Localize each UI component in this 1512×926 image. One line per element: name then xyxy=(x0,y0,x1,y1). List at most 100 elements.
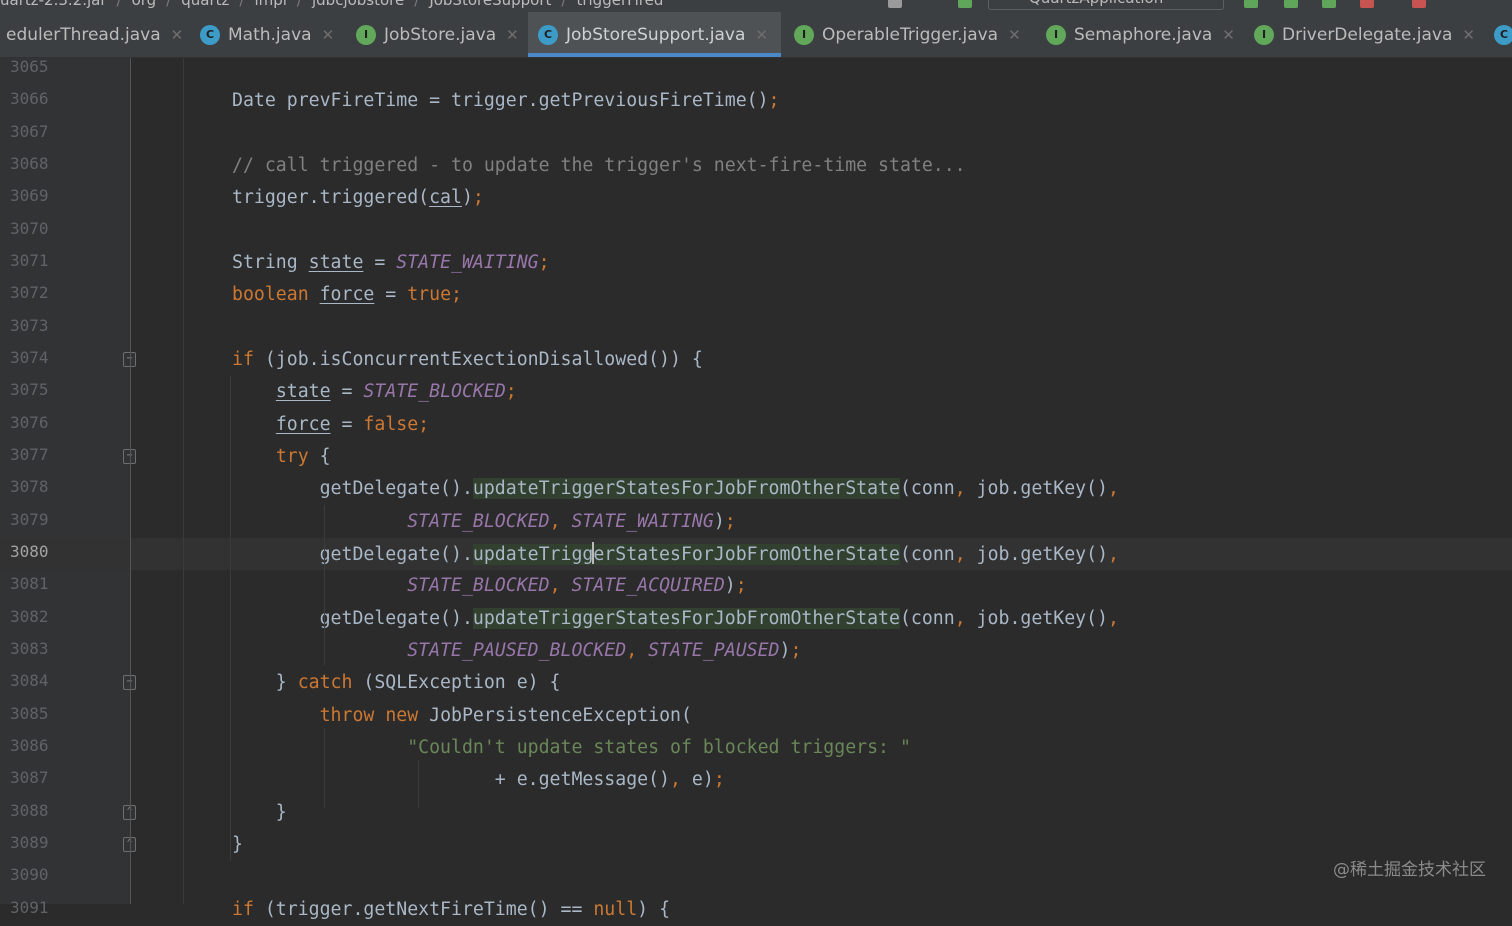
code-line[interactable]: 3081 STATE_BLOCKED, STATE_ACQUIRED); xyxy=(0,570,1512,602)
line-number: 3072 xyxy=(10,283,49,303)
tab-label: edulerThread.java xyxy=(6,24,161,45)
code-text: if (job.isConcurrentExectionDisallowed()… xyxy=(232,348,703,370)
code-text: throw new JobPersistenceException( xyxy=(319,704,692,726)
code-line[interactable]: 3084− } catch (SQLException e) { xyxy=(0,667,1512,699)
tab-label: JobStoreSupport.java xyxy=(566,24,746,45)
code-text: "Couldn't update states of blocked trigg… xyxy=(407,736,911,758)
user-icon[interactable] xyxy=(888,0,902,8)
code-line[interactable]: 3088⌃ } xyxy=(0,797,1512,829)
code-line[interactable]: 3077− try { xyxy=(0,441,1512,473)
code-line[interactable]: 3070 xyxy=(0,215,1512,247)
code-line[interactable]: 3083 STATE_PAUSED_BLOCKED, STATE_PAUSED)… xyxy=(0,635,1512,667)
interface-file-icon: I xyxy=(1254,24,1274,45)
code-text: STATE_PAUSED_BLOCKED, STATE_PAUSED); xyxy=(407,639,802,661)
tab-label: Math.java xyxy=(228,24,312,45)
close-icon[interactable]: ✕ xyxy=(171,26,184,44)
line-number: 3086 xyxy=(10,735,49,755)
run-configuration-select[interactable]: QuartzApplication xyxy=(988,0,1224,10)
coverage-icon[interactable] xyxy=(1322,0,1336,8)
code-line[interactable]: 3074−if (job.isConcurrentExectionDisallo… xyxy=(0,344,1512,376)
code-text: state = STATE_BLOCKED; xyxy=(275,381,517,403)
code-line[interactable]: 3075 state = STATE_BLOCKED; xyxy=(0,376,1512,408)
indent-guide xyxy=(324,728,325,808)
breadcrumb-item-jdbcjobstore[interactable]: jdbcjobstore xyxy=(312,0,404,9)
code-line[interactable]: 3065 xyxy=(0,53,1512,85)
breadcrumb: uartz-2.3.2.jar / org / quartz / impl / jdbc… xyxy=(0,0,663,10)
class-file-icon: C xyxy=(538,24,558,45)
line-number: 3066 xyxy=(10,89,49,109)
close-icon[interactable]: ✕ xyxy=(322,26,335,44)
line-number: 3069 xyxy=(10,186,49,206)
text-caret xyxy=(592,541,595,564)
tab-math[interactable]: C Math.java ✕ xyxy=(190,12,342,57)
code-line[interactable]: 3091 if (trigger.getNextFireTime() == nul… xyxy=(0,894,1512,926)
code-line[interactable]: 3071 String state = STATE_WAITING; xyxy=(0,247,1512,279)
line-number: 3070 xyxy=(10,218,49,238)
gutter-divider xyxy=(130,58,131,904)
code-line[interactable]: 3072 boolean force = true; xyxy=(0,279,1512,311)
tab-operabletrigger[interactable]: I OperableTrigger.java ✕ xyxy=(784,12,1036,57)
interface-file-icon: I xyxy=(1046,24,1066,45)
run-icon[interactable] xyxy=(1244,0,1258,8)
breadcrumb-item-quartz[interactable]: quartz xyxy=(181,0,229,9)
code-text: trigger.triggered(cal); xyxy=(232,187,484,209)
code-line[interactable]: 3079 STATE_BLOCKED, STATE_WAITING); xyxy=(0,506,1512,538)
code-text: String state = STATE_WAITING; xyxy=(232,251,550,273)
close-icon[interactable]: ✕ xyxy=(1222,26,1235,44)
tab-jobstoresupport[interactable]: C JobStoreSupport.java ✕ xyxy=(528,12,781,57)
code-line[interactable]: 3076 force = false; xyxy=(0,409,1512,441)
breadcrumb-separator: / xyxy=(561,0,567,9)
close-icon[interactable]: ✕ xyxy=(1008,26,1021,44)
breadcrumb-item-method[interactable]: triggerFired xyxy=(576,0,663,9)
line-number: 3067 xyxy=(10,121,49,141)
breadcrumb-item-class[interactable]: JobStoreSupport xyxy=(429,0,551,9)
breadcrumb-item-jar[interactable]: uartz-2.3.2.jar xyxy=(0,0,107,9)
line-number: 3076 xyxy=(10,412,49,432)
indent-guide xyxy=(324,505,325,665)
line-number: 3081 xyxy=(10,574,49,594)
code-line[interactable]: 3089⌃} xyxy=(0,829,1512,861)
code-line[interactable]: 3086 "Couldn't update states of blocked … xyxy=(0,732,1512,764)
stop-icon[interactable] xyxy=(1412,0,1426,8)
code-text: + e.getMessage(), e); xyxy=(232,769,725,791)
breadcrumb-item-impl[interactable]: impl xyxy=(254,0,286,9)
tab-label: JobStore.java xyxy=(384,24,497,45)
indent-guide xyxy=(183,58,184,904)
code-line[interactable]: 3073 xyxy=(0,312,1512,344)
code-line[interactable]: 3085 throw new JobPersistenceException( xyxy=(0,700,1512,732)
close-icon[interactable]: ✕ xyxy=(1462,26,1475,44)
breadcrumb-separator: / xyxy=(414,0,420,9)
code-line[interactable]: 3090 xyxy=(0,861,1512,893)
interface-file-icon: I xyxy=(356,24,376,45)
close-icon[interactable]: ✕ xyxy=(755,26,768,44)
close-icon[interactable]: ✕ xyxy=(506,26,519,44)
navigation-bar: uartz-2.3.2.jar / org / quartz / impl / jdbc… xyxy=(0,0,1512,12)
line-number: 3065 xyxy=(10,57,49,76)
code-line[interactable]: 3080 getDelegate().updateTriggerStatesFo… xyxy=(0,537,1512,570)
code-line[interactable]: 3067 xyxy=(0,118,1512,150)
breadcrumb-item-org[interactable]: org xyxy=(132,0,157,9)
breadcrumb-separator: / xyxy=(239,0,245,9)
tab-schedulerthread[interactable]: edulerThread.java ✕ xyxy=(0,12,186,57)
code-line[interactable]: 3082 getDelegate().updateTriggerStatesFo… xyxy=(0,603,1512,635)
code-line[interactable]: 3069 trigger.triggered(cal); xyxy=(0,182,1512,214)
tab-overflow[interactable]: C xyxy=(1484,12,1512,57)
tab-jobstore[interactable]: I JobStore.java ✕ xyxy=(346,12,528,57)
debug-icon[interactable] xyxy=(1284,0,1298,8)
code-line[interactable]: 3066 Date prevFireTime = trigger.getPrevi… xyxy=(0,85,1512,117)
tab-label: Semaphore.java xyxy=(1074,24,1213,45)
line-number: 3071 xyxy=(10,250,49,270)
line-number: 3080 xyxy=(10,541,49,561)
line-number: 3083 xyxy=(10,638,49,658)
code-line[interactable]: 3087 + e.getMessage(), e); xyxy=(0,764,1512,796)
profile-icon[interactable] xyxy=(1360,0,1374,8)
tab-driverdelegate[interactable]: I DriverDelegate.java ✕ xyxy=(1244,12,1484,57)
tab-semaphore[interactable]: I Semaphore.java ✕ xyxy=(1036,12,1244,57)
code-text: boolean force = true; xyxy=(232,284,462,306)
line-number: 3087 xyxy=(10,768,49,788)
code-line[interactable]: 3068 // call triggered - to update the tr… xyxy=(0,150,1512,182)
back-arrow-icon[interactable] xyxy=(958,0,972,8)
code-line[interactable]: 3078 getDelegate().updateTriggerStatesFo… xyxy=(0,473,1512,505)
indent-guide xyxy=(230,376,231,861)
line-number: 3075 xyxy=(10,380,49,400)
